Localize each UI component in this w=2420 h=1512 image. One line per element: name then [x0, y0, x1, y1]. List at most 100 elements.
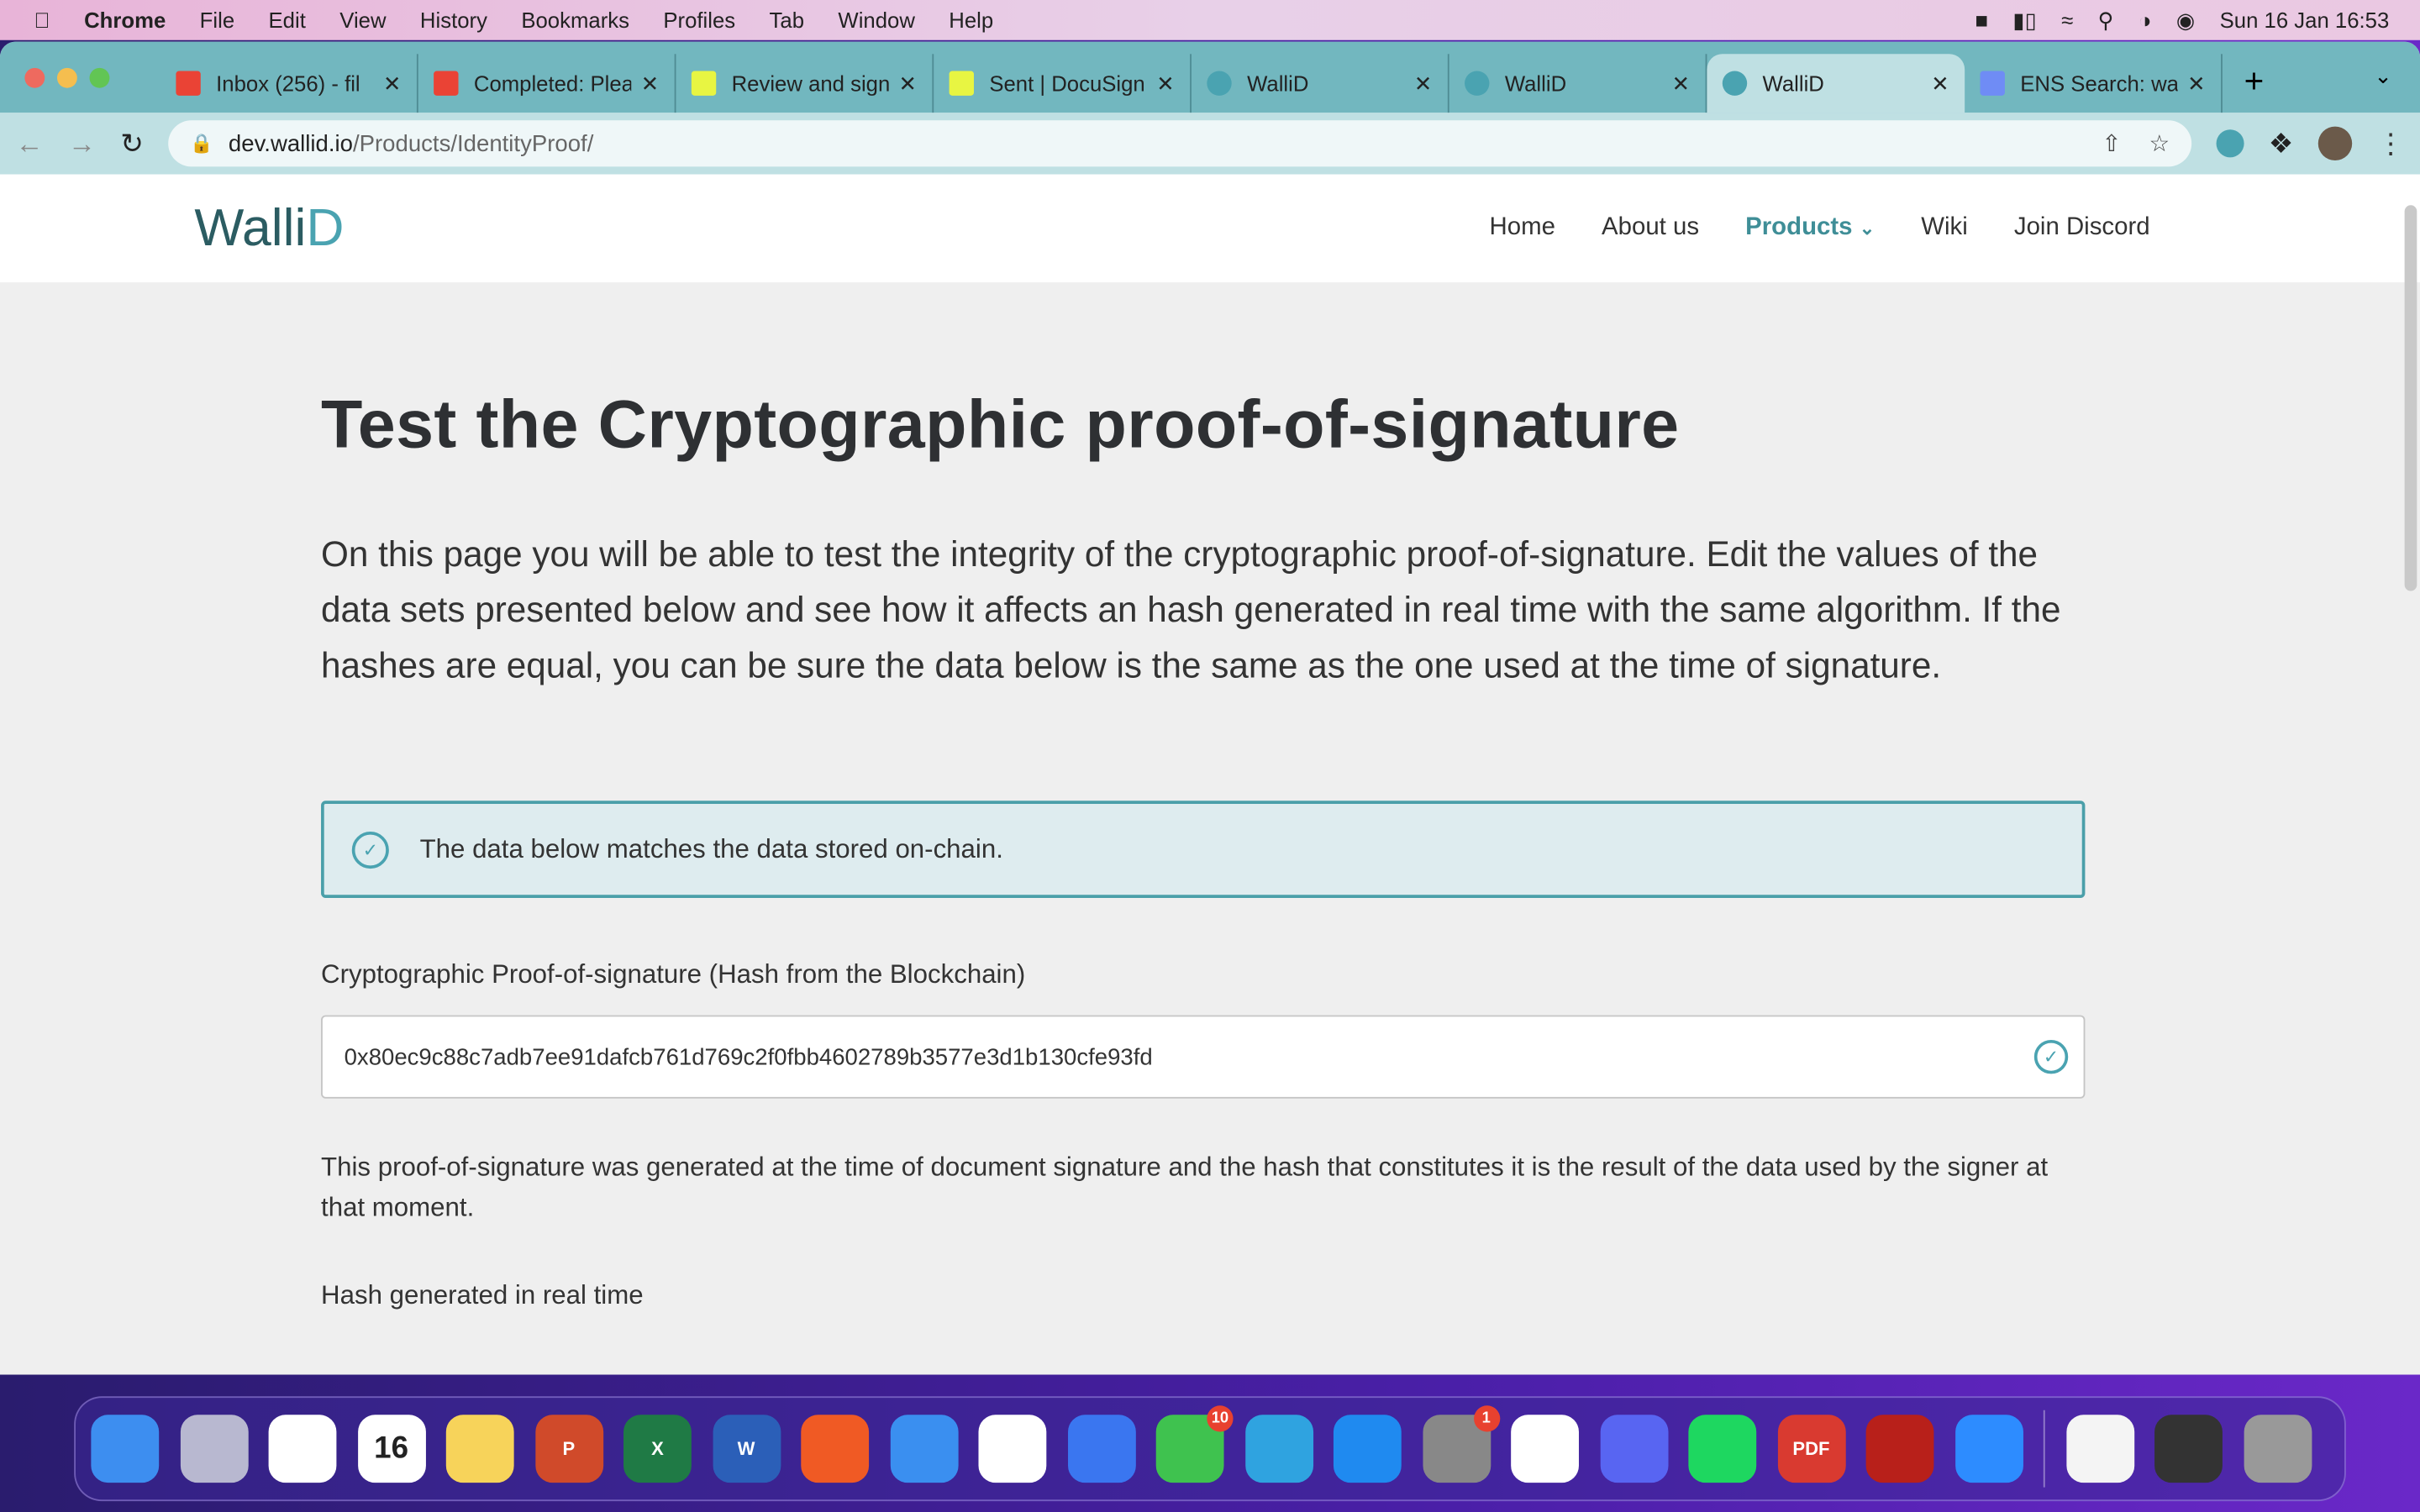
- close-tab-icon[interactable]: ✕: [1156, 71, 1175, 97]
- trash-icon[interactable]: [2243, 1415, 2312, 1483]
- browser-toolbar: ← → ↻ 🔒 dev.wallid.io/Products/IdentityP…: [0, 113, 2420, 175]
- close-tab-icon[interactable]: ✕: [1414, 71, 1433, 97]
- tab-search-chevron-icon[interactable]: ⌄: [2374, 63, 2392, 89]
- system-preferences-icon[interactable]: 1: [1422, 1405, 1500, 1483]
- notification-badge: 1: [1473, 1405, 1500, 1432]
- reload-icon[interactable]: ↻: [120, 128, 144, 160]
- web-page: WalliD Home About us Products ⌄ Wiki Joi…: [0, 174, 2420, 1375]
- nav-wiki[interactable]: Wiki: [1921, 214, 1968, 242]
- menu-file[interactable]: File: [200, 8, 234, 32]
- notification-badge: 10: [1207, 1405, 1234, 1432]
- powerpoint-icon[interactable]: P: [534, 1415, 603, 1483]
- close-tab-icon[interactable]: ✕: [641, 71, 660, 97]
- close-tab-icon[interactable]: ✕: [898, 71, 917, 97]
- site-header: WalliD Home About us Products ⌄ Wiki Joi…: [0, 174, 2420, 283]
- new-tab-button[interactable]: +: [2244, 54, 2265, 113]
- close-tab-icon[interactable]: ✕: [1672, 71, 1691, 97]
- screenshot-stack-icon[interactable]: [2154, 1415, 2223, 1483]
- browser-tab[interactable]: ENS Search: wa ✕: [1965, 54, 2223, 113]
- browser-tab[interactable]: WalliD ✕: [1449, 54, 1707, 113]
- forward-icon[interactable]: →: [68, 128, 96, 160]
- wallid-logo[interactable]: WalliD: [194, 198, 344, 259]
- maximize-window-button[interactable]: [89, 67, 110, 88]
- apple-icon[interactable]: : [34, 8, 50, 32]
- address-bar[interactable]: 🔒 dev.wallid.io/Products/IdentityProof/ …: [168, 120, 2191, 167]
- app-store-icon[interactable]: [1333, 1415, 1402, 1483]
- word-icon[interactable]: W: [712, 1415, 781, 1483]
- menu-window[interactable]: Window: [838, 8, 914, 32]
- siri-icon[interactable]: ◉: [2176, 7, 2195, 33]
- dock-icon-label: P: [562, 1437, 576, 1460]
- zoom-status-icon[interactable]: ■: [1975, 8, 1988, 32]
- browser-tab[interactable]: Inbox (256) - fil ✕: [160, 54, 418, 113]
- menu-profiles[interactable]: Profiles: [663, 8, 735, 32]
- browser-tab[interactable]: WalliD ✕: [1192, 54, 1449, 113]
- page-description: On this page you will be able to test th…: [321, 533, 2061, 685]
- close-window-button[interactable]: [24, 67, 45, 88]
- menu-view[interactable]: View: [339, 8, 386, 32]
- wallid-icon: [1722, 71, 1748, 96]
- signal-icon[interactable]: [1067, 1415, 1135, 1483]
- hash-note: This proof-of-signature was generated at…: [321, 1152, 2049, 1222]
- close-tab-icon[interactable]: ✕: [2187, 71, 2206, 97]
- browser-tab[interactable]: Completed: Plea ✕: [418, 54, 676, 113]
- share-icon[interactable]: ⇧: [2102, 129, 2121, 157]
- tab-title: Completed: Plea: [473, 71, 632, 96]
- keynote-icon[interactable]: [889, 1415, 958, 1483]
- wifi-icon[interactable]: ≈: [2061, 8, 2073, 32]
- close-tab-icon[interactable]: ✕: [383, 71, 402, 97]
- blockchain-hash-field[interactable]: 0x80ec9c88c7adb7ee91dafcb761d769c2f0fbb4…: [321, 1015, 2086, 1099]
- dock: 16 P X W 10 1 PDF: [74, 1396, 2346, 1502]
- excel-icon[interactable]: X: [623, 1415, 692, 1483]
- spotlight-icon[interactable]: ⚲: [2098, 7, 2114, 33]
- calendar-icon[interactable]: 16: [357, 1415, 426, 1483]
- page-scrollbar[interactable]: [2404, 205, 2417, 591]
- whatsapp-icon[interactable]: 10: [1155, 1405, 1234, 1483]
- control-center-icon[interactable]: ◑: [2139, 8, 2152, 32]
- chrome-icon[interactable]: [1511, 1415, 1579, 1483]
- menu-history[interactable]: History: [420, 8, 487, 32]
- realtime-hash-label: Hash generated in real time: [321, 1280, 644, 1310]
- launchpad-icon[interactable]: [179, 1415, 248, 1483]
- menu-bookmarks[interactable]: Bookmarks: [521, 8, 629, 32]
- extensions-puzzle-icon[interactable]: ❖: [2269, 128, 2294, 160]
- page-title: Test the Cryptographic proof-of-signatur…: [321, 387, 1680, 464]
- nav-home[interactable]: Home: [1490, 214, 1555, 242]
- profile-avatar[interactable]: [2317, 126, 2353, 161]
- slack-icon[interactable]: [978, 1415, 1047, 1483]
- tab-title: ENS Search: wa: [2020, 71, 2179, 96]
- clock[interactable]: Sun 16 Jan 16:53: [2220, 8, 2390, 32]
- browser-tab[interactable]: Sent | DocuSign ✕: [934, 54, 1192, 113]
- notes-icon[interactable]: [445, 1415, 514, 1483]
- browser-tab[interactable]: Review and sign ✕: [676, 54, 934, 113]
- zoom-icon[interactable]: [1954, 1415, 2023, 1483]
- finder-icon[interactable]: [91, 1415, 160, 1483]
- pdf-document-icon[interactable]: [2065, 1415, 2134, 1483]
- minimize-window-button[interactable]: [56, 67, 77, 88]
- pdf-expert-icon[interactable]: PDF: [1777, 1415, 1845, 1483]
- lock-icon: 🔒: [190, 132, 213, 155]
- chrome-menu-icon[interactable]: ⋮: [2377, 128, 2405, 160]
- browser-tab[interactable]: WalliD ✕: [1707, 54, 1965, 113]
- telegram-icon[interactable]: [1244, 1415, 1313, 1483]
- discord-icon[interactable]: [1599, 1415, 1668, 1483]
- nav-about-us[interactable]: About us: [1602, 214, 1699, 242]
- acrobat-icon[interactable]: [1865, 1415, 1934, 1483]
- brave-icon[interactable]: [801, 1415, 870, 1483]
- docusign-icon: [949, 71, 974, 96]
- nav-join-discord[interactable]: Join Discord: [2014, 214, 2150, 242]
- battery-icon[interactable]: ▮▯: [2012, 7, 2036, 33]
- wallid-icon: [1207, 71, 1232, 96]
- spotify-icon[interactable]: [1688, 1415, 1757, 1483]
- nav-products[interactable]: Products ⌄: [1745, 214, 1875, 242]
- close-tab-icon[interactable]: ✕: [1931, 71, 1949, 97]
- photos-icon[interactable]: [268, 1415, 337, 1483]
- back-icon[interactable]: ←: [15, 128, 43, 160]
- menu-app-name[interactable]: Chrome: [84, 8, 166, 32]
- menu-edit[interactable]: Edit: [269, 8, 306, 32]
- menu-help[interactable]: Help: [949, 8, 993, 32]
- wallid-extension-icon[interactable]: [2216, 129, 2244, 158]
- menu-tab[interactable]: Tab: [770, 8, 804, 32]
- dock-icon-label: X: [651, 1437, 664, 1460]
- bookmark-star-icon[interactable]: ☆: [2149, 129, 2170, 157]
